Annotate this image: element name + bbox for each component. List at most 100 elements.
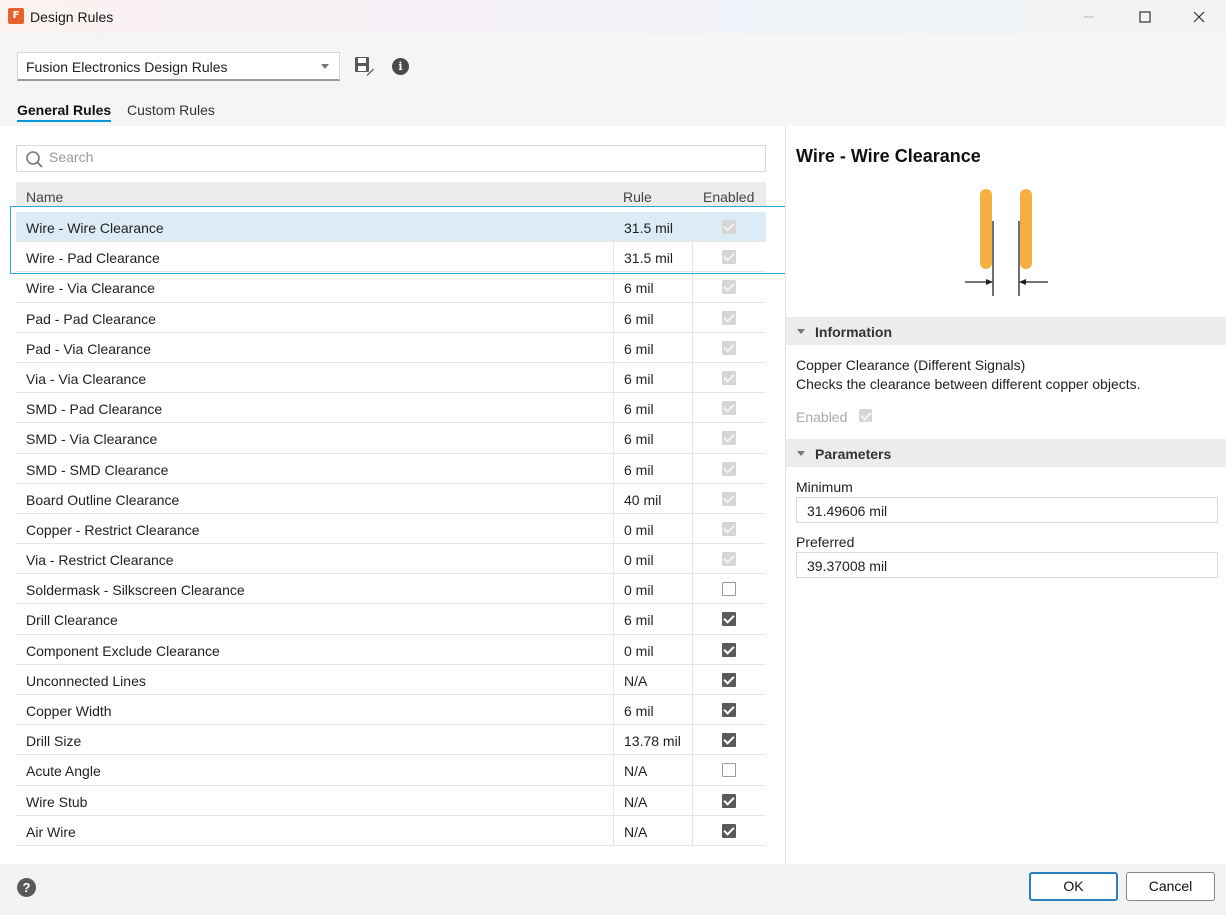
- enabled-checkbox[interactable]: [722, 733, 736, 748]
- search-icon: [26, 151, 43, 168]
- rule-value-cell[interactable]: 31.5 mil: [613, 242, 693, 272]
- enabled-checkbox[interactable]: [722, 582, 736, 597]
- rule-name-cell: Pad - Via Clearance: [26, 340, 152, 357]
- enabled-checkbox[interactable]: [722, 642, 736, 657]
- rules-panel: Name Rule Enabled Wire - Wire Clearance 3…: [0, 126, 796, 864]
- column-header-enabled[interactable]: Enabled: [703, 189, 754, 205]
- rule-name-cell: Via - Restrict Clearance: [26, 552, 174, 569]
- ok-button[interactable]: OK: [1029, 872, 1118, 901]
- enabled-checkbox[interactable]: [722, 793, 736, 808]
- dialog-footer: ? OK Cancel: [0, 864, 1226, 915]
- rule-value-cell[interactable]: 6 mil: [613, 393, 693, 423]
- minimize-button[interactable]: [1066, 0, 1112, 34]
- rule-value-cell[interactable]: 6 mil: [613, 695, 693, 725]
- enabled-checkbox[interactable]: [722, 823, 736, 838]
- close-button[interactable]: [1176, 0, 1222, 34]
- table-row[interactable]: Unconnected Lines N/A: [16, 664, 766, 695]
- cancel-button[interactable]: Cancel: [1126, 872, 1215, 901]
- table-row[interactable]: SMD - SMD Clearance 6 mil: [16, 453, 766, 484]
- enabled-checkbox: [722, 310, 736, 325]
- rule-name-cell: Wire Stub: [26, 793, 88, 810]
- table-row[interactable]: Wire - Wire Clearance 31.5 mil: [16, 212, 766, 243]
- search-field[interactable]: [16, 145, 766, 172]
- rule-value-cell[interactable]: 6 mil: [613, 423, 693, 453]
- table-row[interactable]: Wire Stub N/A: [16, 785, 766, 816]
- table-row[interactable]: Air Wire N/A: [16, 815, 766, 846]
- enabled-checkbox[interactable]: [722, 612, 736, 627]
- rule-name-cell: Wire - Wire Clearance: [26, 220, 164, 236]
- maximize-icon: [1139, 11, 1151, 23]
- rule-value-cell[interactable]: N/A: [613, 785, 693, 815]
- enabled-label: Enabled: [796, 409, 848, 425]
- rule-name-cell: Drill Size: [26, 733, 82, 750]
- ruleset-dropdown-value: Fusion Electronics Design Rules: [26, 59, 228, 75]
- table-row[interactable]: Via - Via Clearance 6 mil: [16, 362, 766, 394]
- rule-value-cell[interactable]: 0 mil: [613, 634, 693, 664]
- enabled-checkbox: [859, 409, 872, 422]
- table-row[interactable]: Copper Width 6 mil: [16, 695, 766, 726]
- wire-clearance-diagram: [965, 189, 1048, 296]
- column-header-name[interactable]: Name: [26, 189, 63, 205]
- table-row[interactable]: SMD - Pad Clearance 6 mil: [16, 393, 766, 424]
- rule-value-cell[interactable]: N/A: [613, 815, 693, 845]
- table-row[interactable]: Pad - Via Clearance 6 mil: [16, 332, 766, 363]
- rule-value-cell[interactable]: 6 mil: [613, 604, 693, 634]
- tab-custom-rules[interactable]: Custom Rules: [127, 102, 215, 122]
- table-row[interactable]: Wire - Pad Clearance 31.5 mil: [16, 242, 766, 273]
- column-header-rule[interactable]: Rule: [623, 189, 652, 205]
- rule-value-cell[interactable]: 6 mil: [613, 453, 693, 483]
- rule-value-cell[interactable]: 0 mil: [613, 513, 693, 544]
- table-row[interactable]: Wire - Via Clearance 6 mil: [16, 272, 766, 303]
- table-row[interactable]: Drill Size 13.78 mil: [16, 725, 766, 756]
- info-icon[interactable]: i: [392, 58, 409, 75]
- rule-value-cell[interactable]: 6 mil: [613, 302, 693, 332]
- table-row[interactable]: Via - Restrict Clearance 0 mil: [16, 544, 766, 575]
- help-icon[interactable]: ?: [17, 878, 36, 897]
- collapse-triangle-icon: [797, 451, 805, 456]
- tab-general-rules[interactable]: General Rules: [17, 102, 112, 122]
- rule-name-cell: Via - Via Clearance: [26, 370, 147, 387]
- rule-value-cell[interactable]: 6 mil: [613, 332, 693, 362]
- enabled-checkbox: [722, 250, 736, 265]
- table-row[interactable]: Component Exclude Clearance 0 mil: [16, 634, 766, 665]
- rule-name-cell: Wire - Pad Clearance: [26, 250, 160, 267]
- table-row[interactable]: Soldermask - Silkscreen Clearance 0 mil: [16, 574, 766, 605]
- rule-value-cell[interactable]: 40 mil: [613, 483, 693, 513]
- enabled-checkbox[interactable]: [722, 703, 736, 717]
- rule-name-cell: SMD - SMD Clearance: [26, 461, 169, 478]
- enabled-checkbox: [722, 280, 736, 295]
- search-input[interactable]: [49, 149, 649, 165]
- table-row[interactable]: Board Outline Clearance 40 mil: [16, 483, 766, 514]
- enabled-checkbox: [722, 552, 736, 567]
- wire-left-shape: [980, 189, 992, 269]
- parameters-section-header[interactable]: Parameters: [786, 439, 1226, 467]
- information-section-header[interactable]: Information: [786, 317, 1226, 345]
- table-row[interactable]: Acute Angle N/A: [16, 755, 766, 786]
- rule-value-cell[interactable]: 0 mil: [613, 544, 693, 574]
- minimum-field[interactable]: 31.49606 mil: [796, 497, 1218, 523]
- top-toolbar: Fusion Electronics Design Rules i Genera…: [0, 34, 1226, 126]
- rule-value-cell[interactable]: 0 mil: [613, 574, 693, 604]
- rule-value-cell[interactable]: 6 mil: [613, 272, 693, 302]
- enabled-checkbox[interactable]: [722, 763, 736, 778]
- rule-name-cell: Unconnected Lines: [26, 672, 146, 689]
- rule-value-cell[interactable]: 31.5 mil: [613, 212, 693, 242]
- rule-value-cell[interactable]: N/A: [613, 755, 693, 785]
- rule-value-cell[interactable]: N/A: [613, 664, 693, 694]
- table-row[interactable]: Copper - Restrict Clearance 0 mil: [16, 513, 766, 545]
- save-rules-icon[interactable]: [353, 55, 375, 77]
- table-row[interactable]: Pad - Pad Clearance 6 mil: [16, 302, 766, 333]
- enabled-checkbox[interactable]: [722, 672, 736, 687]
- preferred-field[interactable]: 39.37008 mil: [796, 552, 1218, 578]
- enabled-checkbox: [722, 370, 736, 385]
- table-row[interactable]: SMD - Via Clearance 6 mil: [16, 423, 766, 454]
- rule-value-cell[interactable]: 6 mil: [613, 362, 693, 393]
- fusion-app-icon: F: [8, 8, 24, 24]
- table-row[interactable]: Drill Clearance 6 mil: [16, 604, 766, 635]
- maximize-button[interactable]: [1122, 0, 1168, 34]
- rule-name-cell: SMD - Via Clearance: [26, 431, 158, 448]
- ruleset-dropdown[interactable]: Fusion Electronics Design Rules: [17, 52, 340, 81]
- rule-value-cell[interactable]: 13.78 mil: [613, 725, 693, 755]
- close-icon: [1193, 11, 1205, 23]
- rule-detail-panel: Wire - Wire Clearance Information Copper…: [785, 126, 1226, 864]
